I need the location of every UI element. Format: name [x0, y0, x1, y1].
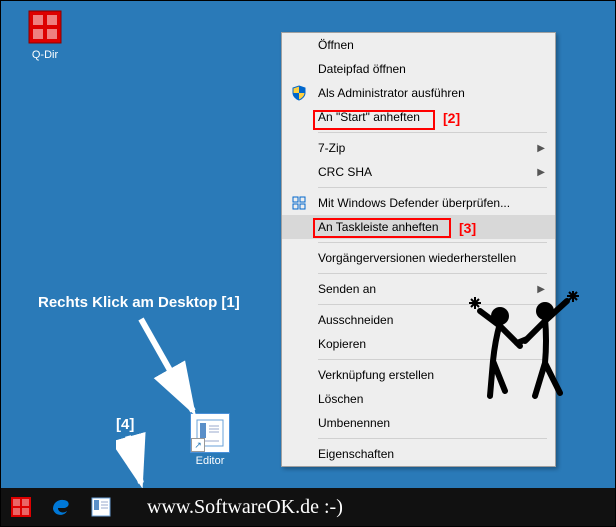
shield-icon [290, 84, 308, 102]
menu-label: Verknüpfung erstellen [318, 368, 434, 382]
menu-label: An Taskleiste anheften [318, 220, 439, 234]
defender-icon [290, 194, 308, 212]
qdir-icon [25, 7, 65, 47]
menu-item-open[interactable]: Öffnen [282, 33, 555, 57]
menu-item-open-path[interactable]: Dateipfad öffnen [282, 57, 555, 81]
menu-item-pin-taskbar[interactable]: An Taskleiste anheften [282, 215, 555, 239]
editor-icon: ↗ [190, 413, 230, 453]
taskbar-item-editor[interactable] [87, 493, 115, 521]
menu-label: Umbenennen [318, 416, 390, 430]
chevron-right-icon: ▶ [537, 143, 545, 154]
menu-item-properties[interactable]: Eigenschaften [282, 442, 555, 466]
menu-separator [318, 438, 547, 439]
menu-label: Als Administrator ausführen [318, 86, 465, 100]
desktop-icon-qdir[interactable]: Q-Dir [15, 7, 75, 61]
menu-item-pin-start[interactable]: An "Start" anheften [282, 105, 555, 129]
annotation-right-click: Rechts Klick am Desktop [1] [38, 294, 240, 311]
menu-label: An "Start" anheften [318, 110, 420, 124]
taskbar-item-edge[interactable] [47, 493, 75, 521]
shortcut-arrow-icon: ↗ [191, 438, 205, 452]
menu-item-crc-sha[interactable]: CRC SHA ▶ [282, 160, 555, 184]
watermark-bottom: www.SoftwareOK.de :-) [147, 496, 343, 519]
annotation-marker-2: [2] [443, 110, 460, 126]
menu-label: Eigenschaften [318, 447, 394, 461]
desktop-icon-label: Q-Dir [15, 49, 75, 61]
menu-label: Öffnen [318, 38, 354, 52]
menu-label: 7-Zip [318, 141, 345, 155]
menu-separator [318, 132, 547, 133]
menu-label: Senden an [318, 282, 376, 296]
taskbar: www.SoftwareOK.de :-) [1, 488, 615, 526]
chevron-right-icon: ▶ [537, 167, 545, 178]
desktop-icon-label: Editor [180, 455, 240, 467]
menu-label: Dateipfad öffnen [318, 62, 406, 76]
menu-item-run-admin[interactable]: Als Administrator ausführen [282, 81, 555, 105]
annotation-marker-3: [3] [459, 220, 476, 236]
menu-item-7zip[interactable]: 7-Zip ▶ [282, 136, 555, 160]
menu-item-rename[interactable]: Umbenennen [282, 411, 555, 435]
menu-label: Löschen [318, 392, 363, 406]
menu-separator [318, 273, 547, 274]
annotation-marker-4: [4] [116, 416, 134, 433]
menu-separator [318, 242, 547, 243]
menu-label: Vorgängerversionen wiederherstellen [318, 251, 516, 265]
desktop-icon-editor[interactable]: ↗ Editor [180, 413, 240, 467]
menu-label: Ausschneiden [318, 313, 393, 327]
menu-item-prev-versions[interactable]: Vorgängerversionen wiederherstellen [282, 246, 555, 270]
taskbar-item-qdir[interactable] [7, 493, 35, 521]
menu-label: Kopieren [318, 337, 366, 351]
menu-item-defender[interactable]: Mit Windows Defender überprüfen... [282, 191, 555, 215]
arrow-4 [116, 431, 166, 491]
dancing-figures-icon [465, 291, 585, 411]
menu-label: Mit Windows Defender überprüfen... [318, 196, 510, 210]
menu-label: CRC SHA [318, 165, 372, 179]
menu-separator [318, 187, 547, 188]
